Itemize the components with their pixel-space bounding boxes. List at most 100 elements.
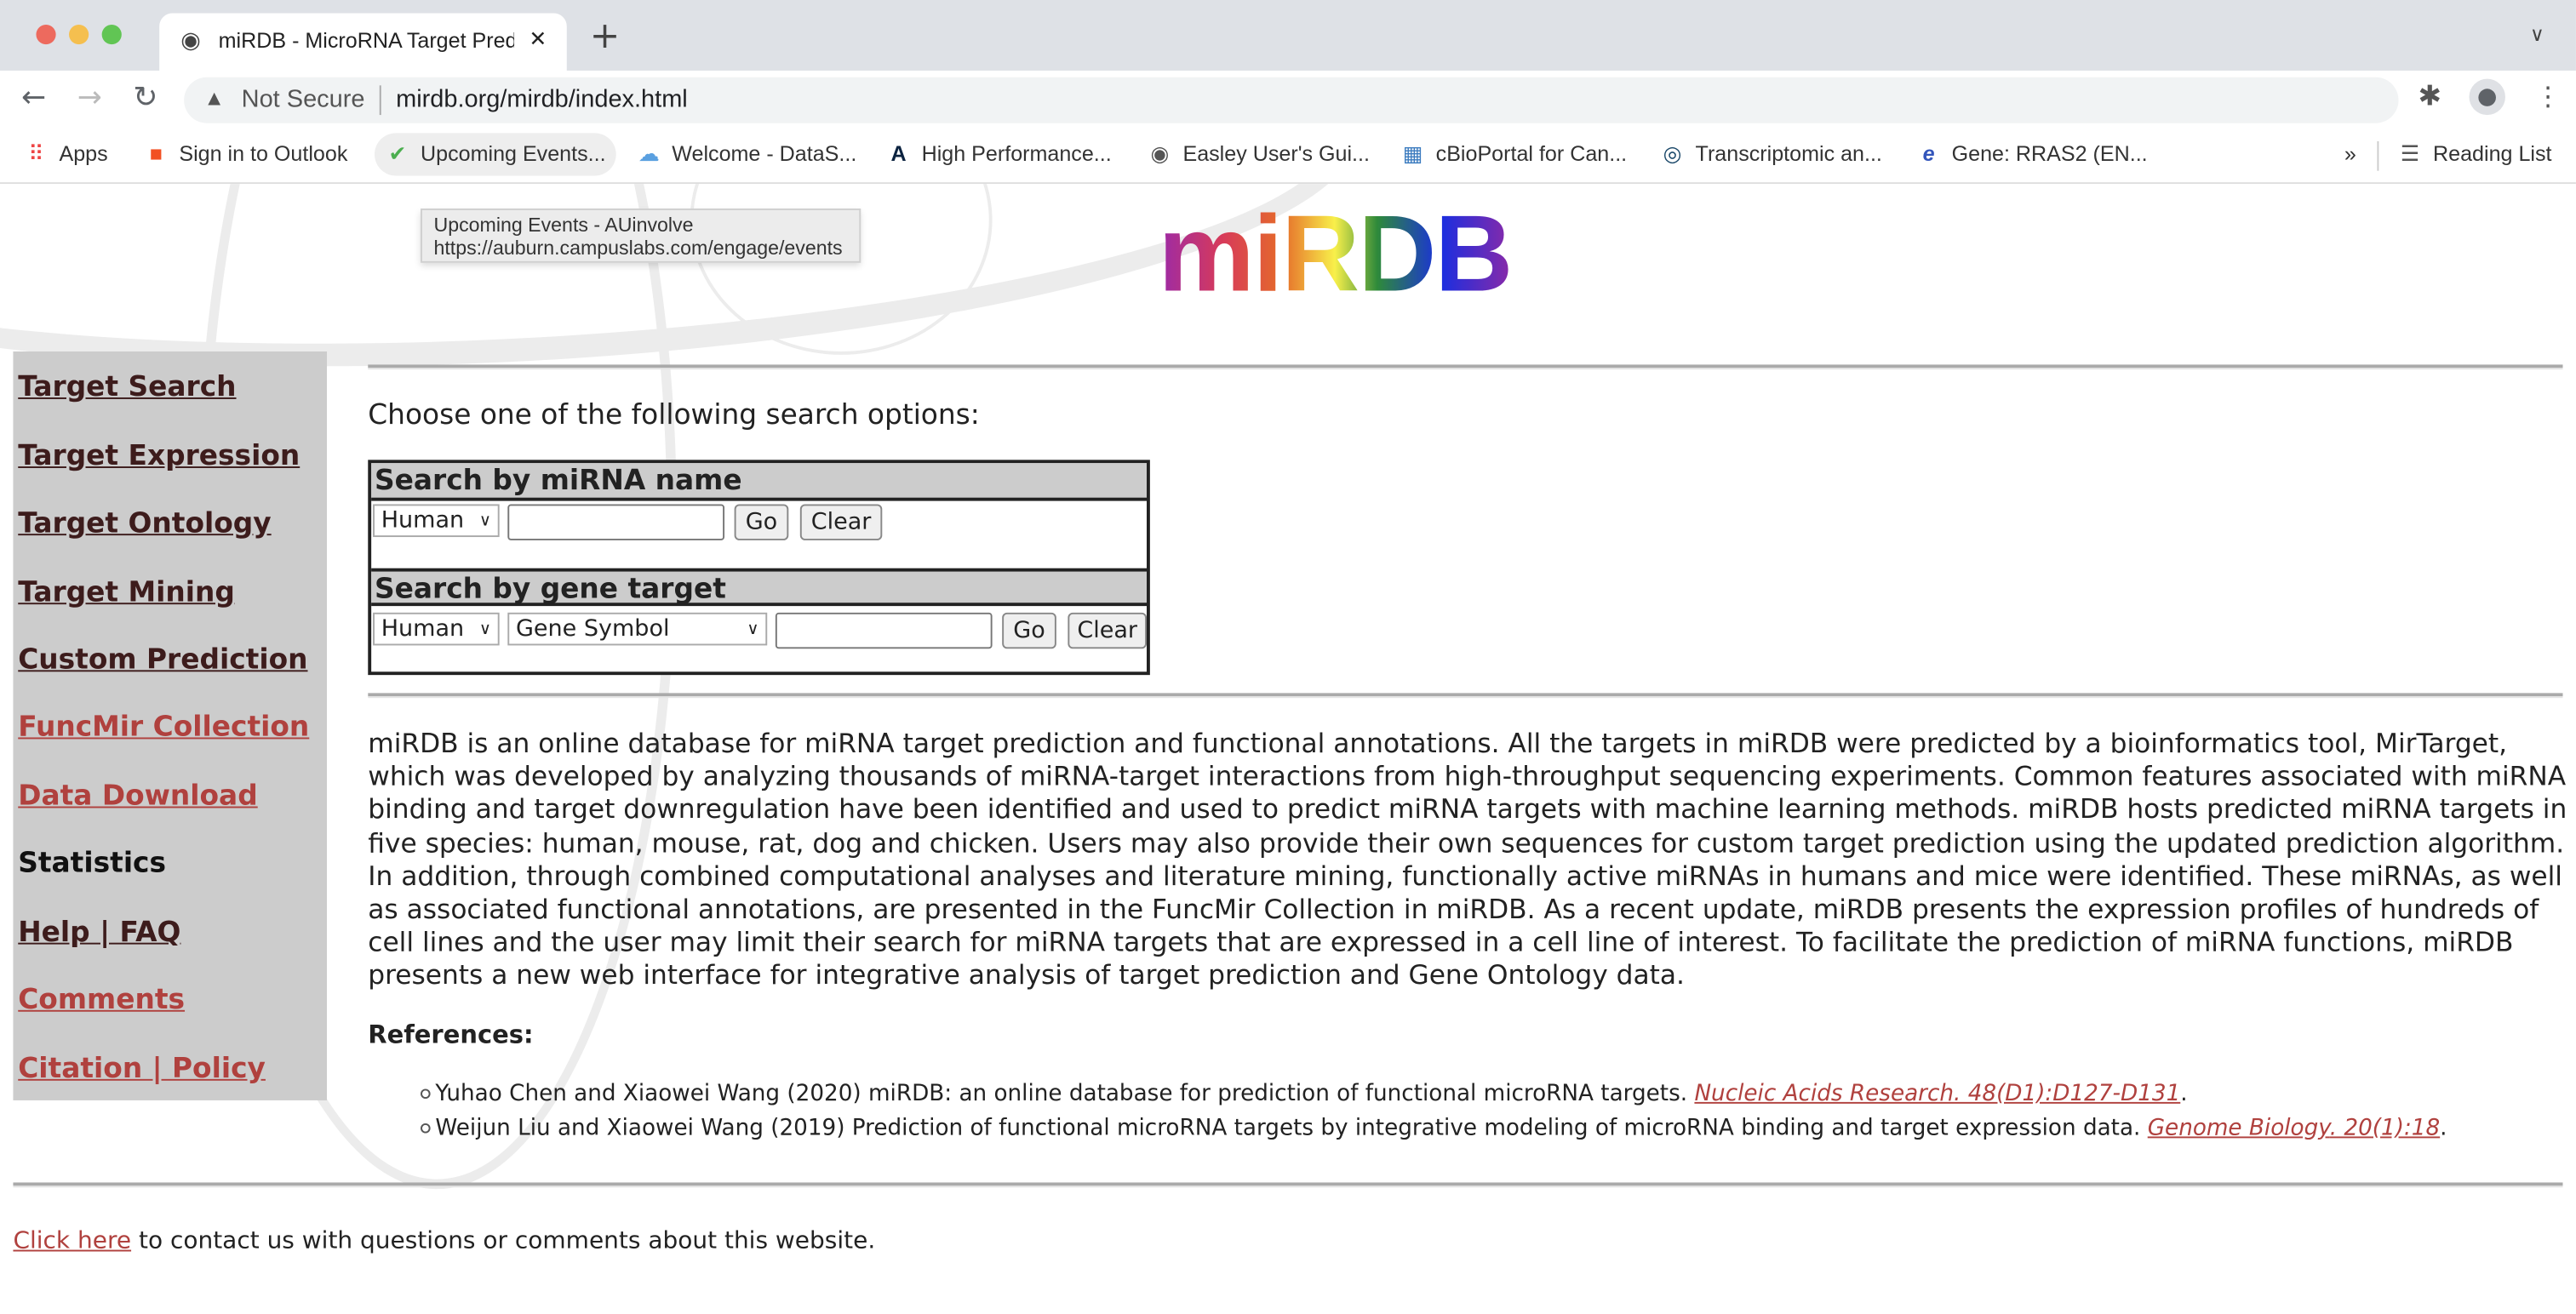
campuslabs-icon: ✔ <box>388 140 407 166</box>
sidebar-item-help-faq[interactable]: Help | FAQ <box>18 917 180 950</box>
bookmark-label: Gene: RRAS2 (EN... <box>1951 140 2148 166</box>
gene-go-button[interactable]: Go <box>1002 612 1056 649</box>
menu-icon[interactable]: ⋮ <box>2535 81 2562 112</box>
reference-item: Weijun Liu and Xiaowei Wang (2019) Predi… <box>421 1115 2447 1141</box>
sidebar-item-custom-prediction[interactable]: Custom Prediction <box>18 643 307 677</box>
bookmark-ensembl[interactable]: e Gene: RRAS2 (EN... <box>1915 141 2148 166</box>
divider <box>13 1182 2563 1188</box>
mirna-go-button[interactable]: Go <box>734 504 789 540</box>
bookmark-label: Transcriptomic an... <box>1695 140 1882 166</box>
divider <box>368 364 2563 370</box>
gene-species-select[interactable]: Human ∨ <box>373 612 500 646</box>
chevron-down-icon: ∨ <box>478 512 492 531</box>
omnibox-divider <box>379 85 381 116</box>
journal-name: Nucleic Acids Research <box>1694 1080 1955 1107</box>
mirna-name-input[interactable] <box>507 504 725 540</box>
gene-id-type-select[interactable]: Gene Symbol ∨ <box>507 612 768 646</box>
auburn-icon: A <box>890 140 907 166</box>
contact-line: Click here to contact us with questions … <box>13 1228 875 1254</box>
tooltip-url: https://auburn.campuslabs.com/engage/eve… <box>433 236 843 260</box>
cloud-icon: ☁ <box>638 140 660 166</box>
cbioportal-icon: ▦ <box>1402 140 1423 166</box>
sidebar-item-target-ontology[interactable]: Target Ontology <box>18 507 271 540</box>
description-paragraph: miRDB is an online database for miRNA ta… <box>368 727 2567 991</box>
reading-list-icon: ☰ <box>2400 140 2420 166</box>
search-options-prompt: Choose one of the following search optio… <box>368 398 980 432</box>
globe-icon: ◉ <box>1150 140 1170 166</box>
apps-grid-icon: ⠿ <box>28 140 44 166</box>
browser-tab[interactable]: ◉ miRDB - MicroRNA Target Pred ✕ <box>159 13 567 71</box>
back-icon[interactable]: ← <box>21 81 46 116</box>
reading-list-label: Reading List <box>2433 140 2552 166</box>
forward-icon[interactable]: → <box>77 81 102 116</box>
tab-strip: ◉ miRDB - MicroRNA Target Pred ✕ + ∨ <box>0 0 2576 71</box>
sidebar-item-funcmir-collection[interactable]: FuncMir Collection <box>18 711 309 745</box>
sidebar-nav: Target Search Target Expression Target O… <box>13 351 328 1100</box>
bullet-icon <box>421 1123 431 1134</box>
journal-name: Genome Biology <box>2147 1115 2330 1142</box>
gene-target-input[interactable] <box>775 612 993 649</box>
citation-detail: . 20(1):18 <box>2329 1115 2441 1142</box>
bookmark-datas[interactable]: ☁ Welcome - DataS... <box>636 140 857 168</box>
url-text[interactable]: mirdb.org/mirdb/index.html <box>396 85 688 113</box>
gene-search-heading: Search by gene target <box>371 568 1148 607</box>
new-tab-button[interactable]: + <box>590 16 621 57</box>
bookmark-label: Sign in to Outlook <box>179 140 348 166</box>
gene-clear-button[interactable]: Clear <box>1068 612 1148 649</box>
sidebar-item-target-search[interactable]: Target Search <box>18 371 236 404</box>
sidebar-item-data-download[interactable]: Data Download <box>18 780 257 814</box>
maximize-window-button[interactable] <box>101 24 122 45</box>
page-content: miRDB Upcoming Events - AUinvolve https:… <box>0 184 2576 1314</box>
reference-text: Weijun Liu and Xiaowei Wang (2019) Predi… <box>435 1115 2148 1142</box>
bullet-icon <box>421 1088 431 1100</box>
mirdb-logo[interactable]: miRDB <box>1159 191 1514 316</box>
bookmark-transcriptomic[interactable]: ◎ Transcriptomic an... <box>1659 141 1882 168</box>
bookmark-upcoming-events[interactable]: ✔ Upcoming Events... <box>374 133 616 176</box>
more-bookmarks-icon[interactable]: » <box>2344 141 2356 166</box>
bookmark-label: High Performance... <box>921 140 1112 166</box>
ensembl-icon: e <box>1922 140 1935 166</box>
mirna-species-select[interactable]: Human ∨ <box>373 504 500 538</box>
references-heading: References: <box>368 1020 534 1050</box>
reference-text: Yuhao Chen and Xiaowei Wang (2020) miRDB… <box>435 1080 1695 1107</box>
reload-icon[interactable]: ↻ <box>133 81 157 116</box>
bookmark-apps[interactable]: ⠿ Apps <box>23 141 108 168</box>
tab-title: miRDB - MicroRNA Target Pred <box>218 27 515 53</box>
bookmarks-bar: ⠿ Apps ■ Sign in to Outlook ✔ Upcoming Even… <box>0 128 2576 185</box>
bookmark-label: Welcome - DataS... <box>672 140 857 166</box>
sidebar-item-target-mining[interactable]: Target Mining <box>18 576 235 609</box>
sidebar-item-statistics[interactable]: Statistics <box>18 848 166 881</box>
bookmark-easley[interactable]: ◉ Easley User's Gui... <box>1147 140 1370 168</box>
minimize-window-button[interactable] <box>69 24 89 45</box>
close-tab-icon[interactable]: ✕ <box>529 26 547 53</box>
reading-list-button[interactable]: ☰ Reading List <box>2397 141 2552 168</box>
tab-search-chevron-icon[interactable]: ∨ <box>2530 23 2545 46</box>
profile-avatar-icon[interactable]: ● <box>2469 78 2505 116</box>
chevron-down-icon: ∨ <box>747 620 759 639</box>
security-label[interactable]: Not Secure <box>242 85 365 113</box>
sidebar-item-target-expression[interactable]: Target Expression <box>18 440 300 473</box>
reference-link[interactable]: Nucleic Acids Research. 48(D1):D127-D131 <box>1694 1081 2180 1107</box>
search-form-table: Search by miRNA name Human ∨ Go Clear Sea… <box>368 460 1150 676</box>
bookmark-outlook[interactable]: ■ Sign in to Outlook <box>143 141 348 166</box>
warning-icon: ▲ <box>203 85 226 111</box>
bookmarks-divider <box>2377 140 2379 171</box>
bookmark-hpc[interactable]: A High Performance... <box>885 141 1112 166</box>
bookmark-label: Easley User's Gui... <box>1182 140 1370 166</box>
address-bar[interactable]: ▲ Not Secure mirdb.org/mirdb/index.html <box>184 77 2399 123</box>
mirna-clear-button[interactable]: Clear <box>799 504 883 540</box>
extensions-icon[interactable]: ✱ <box>2419 81 2441 114</box>
bookmark-tooltip: Upcoming Events - AUinvolve https://aubu… <box>421 209 862 263</box>
close-window-button[interactable] <box>36 24 56 45</box>
bookmark-cbioportal[interactable]: ▦ cBioPortal for Can... <box>1400 141 1627 168</box>
reference-item: Yuhao Chen and Xiaowei Wang (2020) miRDB… <box>421 1081 2188 1107</box>
chevron-down-icon: ∨ <box>478 620 492 639</box>
sidebar-item-comments[interactable]: Comments <box>18 984 185 1017</box>
contact-link[interactable]: Click here <box>13 1228 131 1254</box>
sidebar-item-citation-policy[interactable]: Citation | Policy <box>18 1053 266 1086</box>
mirna-search-heading: Search by miRNA name <box>371 463 1148 501</box>
podcast-icon: ◎ <box>1663 140 1682 166</box>
bookmark-label: Upcoming Events... <box>421 140 606 166</box>
reference-link[interactable]: Genome Biology. 20(1):18 <box>2148 1115 2440 1141</box>
globe-icon: ◉ <box>180 26 201 53</box>
